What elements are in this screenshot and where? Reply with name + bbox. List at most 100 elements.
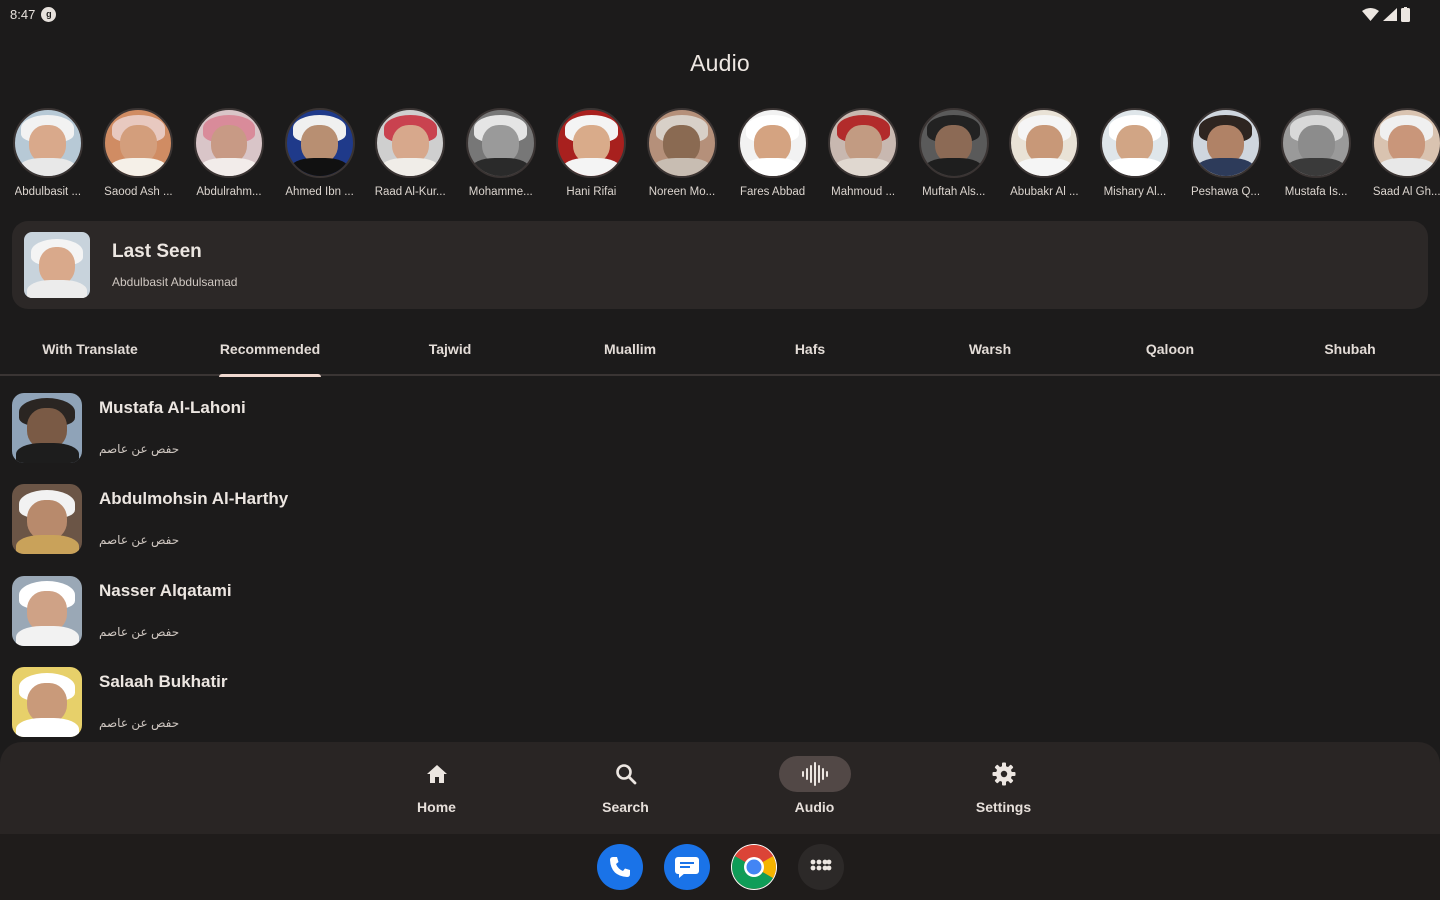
reciter-avatar xyxy=(1371,108,1440,178)
reciter-name: Mishary Al... xyxy=(1103,186,1167,198)
reciter-avatar xyxy=(646,108,717,178)
phone-app[interactable] xyxy=(596,844,643,890)
tab-muallim[interactable]: Muallim xyxy=(540,330,720,374)
tab-with-translate[interactable]: With Translate xyxy=(0,330,180,374)
reciter-name: Abdulbasit ... xyxy=(14,186,82,198)
reciter-item[interactable]: Raad Al-Kur... xyxy=(362,108,453,208)
reciter-item[interactable]: Fares Abbad xyxy=(725,108,816,208)
list-item[interactable]: Abdulmohsin Al-Harthy حفص عن عاصم xyxy=(0,474,1440,566)
riwaya-label: حفص عن عاصم xyxy=(99,441,180,456)
reciter-name: Mahmoud ... xyxy=(831,186,896,198)
reciter-item[interactable]: Saood Ash ... xyxy=(91,108,182,208)
reciter-item[interactable]: Mishary Al... xyxy=(1087,108,1178,208)
home-icon xyxy=(426,765,447,783)
reciter-thumbnail xyxy=(12,484,82,555)
reciter-name: Hani Rifai xyxy=(566,186,617,198)
reciter-item[interactable]: Abdulrahm... xyxy=(181,108,272,208)
last-seen-avatar xyxy=(24,232,90,298)
battery-icon xyxy=(1401,6,1410,22)
reciter-name: Muftah Als... xyxy=(922,186,986,198)
list-item[interactable]: Salaah Bukhatir حفص عن عاصم xyxy=(0,657,1440,749)
reciter-avatar xyxy=(1190,108,1261,178)
reciter-item[interactable]: Mohamme... xyxy=(453,108,544,208)
tab-recommended[interactable]: Recommended xyxy=(180,330,360,374)
riwaya-label: حفص عن عاصم xyxy=(99,624,180,639)
list-item[interactable]: Nasser Alqatami حفص عن عاصم xyxy=(0,565,1440,657)
riwaya-label: حفص عن عاصم xyxy=(99,533,180,548)
reciter-item[interactable]: Noreen Mo... xyxy=(634,108,725,208)
reciter-name: Fares Abbad xyxy=(739,186,806,198)
status-bar: 8:47 g xyxy=(0,0,1440,28)
reciter-avatar xyxy=(284,108,355,178)
tab-tajwid[interactable]: Tajwid xyxy=(360,330,540,374)
reciter-item[interactable]: Mustafa Is... xyxy=(1268,108,1359,208)
settings-icon xyxy=(992,762,1015,786)
audio-wave-icon xyxy=(801,762,828,786)
reciter-name: Ahmed Ibn ... xyxy=(285,186,354,198)
reciter-thumbnail xyxy=(12,667,82,738)
nav-home[interactable]: Home xyxy=(342,742,531,834)
reciter-name: Raad Al-Kur... xyxy=(374,186,446,198)
reciter-avatar xyxy=(465,108,536,178)
reciter-item[interactable]: Abubakr Al ... xyxy=(997,108,1088,208)
chrome-icon xyxy=(731,845,776,889)
reciter-item[interactable]: Ahmed Ibn ... xyxy=(272,108,363,208)
phone-icon xyxy=(609,857,630,877)
app-drawer[interactable] xyxy=(797,844,844,890)
reciter-item[interactable]: Hani Rifai xyxy=(544,108,635,208)
tab-qaloon[interactable]: Qaloon xyxy=(1080,330,1260,374)
tab-hafs[interactable]: Hafs xyxy=(720,330,900,374)
nav-search[interactable]: Search xyxy=(531,742,720,834)
reciter-name: Mustafa Is... xyxy=(1284,186,1348,198)
notification-icon: g xyxy=(41,6,57,22)
nav-search-label: Search xyxy=(602,799,649,815)
wifi-icon xyxy=(1362,7,1379,21)
reciter-item[interactable]: Abdulbasit ... xyxy=(0,108,91,208)
category-tabs: With Translate Recommended Tajwid Muallim Ha… xyxy=(0,330,1440,376)
reciter-avatar xyxy=(375,108,446,178)
reciter-item[interactable]: Peshawa Q... xyxy=(1178,108,1269,208)
reciter-avatar xyxy=(918,108,989,178)
reciter-avatar xyxy=(828,108,899,178)
reciter-avatar xyxy=(193,108,264,178)
reciter-name: Nasser Alqatami xyxy=(99,580,232,600)
last-seen-card[interactable]: Last Seen Abdulbasit Abdulsamad xyxy=(12,221,1428,309)
tab-shubah[interactable]: Shubah xyxy=(1260,330,1440,374)
reciter-name: Mustafa Al-Lahoni xyxy=(99,397,246,417)
nav-home-label: Home xyxy=(417,799,456,815)
reciter-name: Abdulmohsin Al-Harthy xyxy=(99,489,289,509)
reciter-name: Peshawa Q... xyxy=(1190,186,1261,198)
reciter-item[interactable]: Mahmoud ... xyxy=(815,108,906,208)
reciter-avatar xyxy=(12,108,83,178)
reciter-thumbnail xyxy=(12,575,82,646)
nav-settings[interactable]: Settings xyxy=(909,742,1098,834)
reciter-avatar xyxy=(737,108,808,178)
reciter-name: Saad Al Gh... xyxy=(1372,186,1440,198)
bottom-navigation: Home Search Audio Settings xyxy=(0,742,1440,834)
messages-app[interactable] xyxy=(663,844,710,890)
chrome-app[interactable] xyxy=(730,844,777,890)
riwaya-label: حفص عن عاصم xyxy=(99,716,180,731)
app-drawer-icon xyxy=(810,859,831,875)
reciter-avatar xyxy=(556,108,627,178)
status-time: 8:47 xyxy=(10,6,36,22)
reciter-avatar xyxy=(103,108,174,178)
list-item[interactable]: Mustafa Al-Lahoni حفص عن عاصم xyxy=(0,382,1440,474)
reciter-name: Salaah Bukhatir xyxy=(99,672,228,692)
page-title: Audio xyxy=(690,50,750,76)
system-dock xyxy=(0,834,1440,900)
reciter-item[interactable]: Muftah Als... xyxy=(906,108,997,208)
messages-icon xyxy=(674,857,699,878)
reciter-name: Abubakr Al ... xyxy=(1010,186,1079,198)
nav-audio[interactable]: Audio xyxy=(720,742,909,834)
reciter-name: Saood Ash ... xyxy=(104,186,173,198)
last-seen-subtitle: Abdulbasit Abdulsamad xyxy=(112,275,238,289)
tab-warsh[interactable]: Warsh xyxy=(900,330,1080,374)
reciter-avatar xyxy=(1281,108,1352,178)
last-seen-title: Last Seen xyxy=(112,241,202,262)
search-icon xyxy=(615,764,636,785)
reciters-carousel[interactable]: Abdulbasit ... Saood Ash ... Abdulrahm... A… xyxy=(0,108,1440,208)
reciter-name: Abdulrahm... xyxy=(196,186,262,198)
reciter-name: Noreen Mo... xyxy=(648,186,716,198)
reciter-item[interactable]: Saad Al Gh... xyxy=(1359,108,1440,208)
